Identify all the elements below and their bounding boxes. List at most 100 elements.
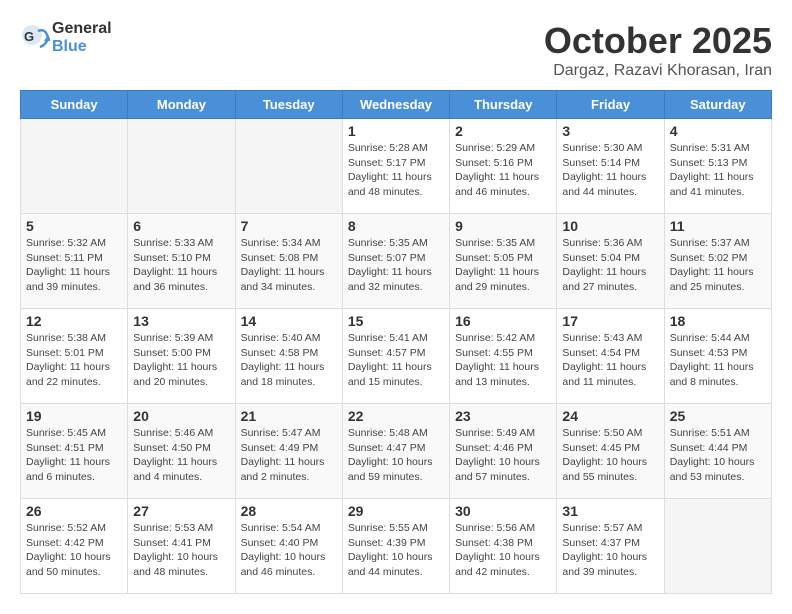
day-info: Sunrise: 5:56 AM Sunset: 4:38 PM Dayligh… (455, 521, 551, 580)
calendar-cell: 1Sunrise: 5:28 AM Sunset: 5:17 PM Daylig… (342, 119, 449, 214)
day-info: Sunrise: 5:31 AM Sunset: 5:13 PM Dayligh… (670, 141, 766, 200)
logo-icon: G (20, 23, 50, 53)
calendar-cell (235, 119, 342, 214)
day-number: 28 (241, 503, 337, 519)
day-info: Sunrise: 5:50 AM Sunset: 4:45 PM Dayligh… (562, 426, 658, 485)
day-number: 27 (133, 503, 229, 519)
day-info: Sunrise: 5:53 AM Sunset: 4:41 PM Dayligh… (133, 521, 229, 580)
day-number: 6 (133, 218, 229, 234)
calendar-cell (664, 499, 771, 594)
day-number: 7 (241, 218, 337, 234)
day-header-sunday: Sunday (21, 91, 128, 119)
day-info: Sunrise: 5:37 AM Sunset: 5:02 PM Dayligh… (670, 236, 766, 295)
calendar-cell: 27 Sunrise: 5:53 AM Sunset: 4:41 PM Dayli… (128, 499, 235, 594)
day-info: Sunrise: 5:35 AM Sunset: 5:05 PM Dayligh… (455, 236, 551, 295)
day-info: Sunrise: 5:51 AM Sunset: 4:44 PM Dayligh… (670, 426, 766, 485)
day-number: 20 (133, 408, 229, 424)
week-row-2: 5 Sunrise: 5:32 AM Sunset: 5:11 PM Daylig… (21, 214, 772, 309)
calendar-cell: 24Sunrise: 5:50 AM Sunset: 4:45 PM Dayli… (557, 404, 664, 499)
calendar-cell: 31 Sunrise: 5:57 AM Sunset: 4:37 PM Dayli… (557, 499, 664, 594)
calendar-cell: 22Sunrise: 5:48 AM Sunset: 4:47 PM Dayli… (342, 404, 449, 499)
day-info: Sunrise: 5:34 AM Sunset: 5:08 PM Dayligh… (241, 236, 337, 295)
week-row-1: 1Sunrise: 5:28 AM Sunset: 5:17 PM Daylig… (21, 119, 772, 214)
calendar-cell: 25Sunrise: 5:51 AM Sunset: 4:44 PM Dayli… (664, 404, 771, 499)
day-number: 31 (562, 503, 658, 519)
day-info: Sunrise: 5:35 AM Sunset: 5:07 PM Dayligh… (348, 236, 444, 295)
day-number: 17 (562, 313, 658, 329)
day-header-wednesday: Wednesday (342, 91, 449, 119)
calendar-cell: 21 Sunrise: 5:47 AM Sunset: 4:49 PM Dayli… (235, 404, 342, 499)
day-number: 5 (26, 218, 122, 234)
day-info: Sunrise: 5:33 AM Sunset: 5:10 PM Dayligh… (133, 236, 229, 295)
day-info: Sunrise: 5:54 AM Sunset: 4:40 PM Dayligh… (241, 521, 337, 580)
day-header-tuesday: Tuesday (235, 91, 342, 119)
day-info: Sunrise: 5:52 AM Sunset: 4:42 PM Dayligh… (26, 521, 122, 580)
day-number: 29 (348, 503, 444, 519)
day-info: Sunrise: 5:29 AM Sunset: 5:16 PM Dayligh… (455, 141, 551, 200)
calendar-cell: 9 Sunrise: 5:35 AM Sunset: 5:05 PM Daylig… (450, 214, 557, 309)
location-subtitle: Dargaz, Razavi Khorasan, Iran (544, 62, 772, 80)
day-number: 18 (670, 313, 766, 329)
day-info: Sunrise: 5:57 AM Sunset: 4:37 PM Dayligh… (562, 521, 658, 580)
day-number: 4 (670, 123, 766, 139)
day-info: Sunrise: 5:45 AM Sunset: 4:51 PM Dayligh… (26, 426, 122, 485)
calendar-cell: 18 Sunrise: 5:44 AM Sunset: 4:53 PM Dayli… (664, 309, 771, 404)
calendar-cell: 19 Sunrise: 5:45 AM Sunset: 4:51 PM Dayli… (21, 404, 128, 499)
day-number: 10 (562, 218, 658, 234)
day-info: Sunrise: 5:44 AM Sunset: 4:53 PM Dayligh… (670, 331, 766, 390)
day-info: Sunrise: 5:40 AM Sunset: 4:58 PM Dayligh… (241, 331, 337, 390)
logo-blue-text: Blue (52, 38, 87, 55)
day-info: Sunrise: 5:41 AM Sunset: 4:57 PM Dayligh… (348, 331, 444, 390)
day-number: 3 (562, 123, 658, 139)
day-info: Sunrise: 5:46 AM Sunset: 4:50 PM Dayligh… (133, 426, 229, 485)
calendar-cell: 2Sunrise: 5:29 AM Sunset: 5:16 PM Daylig… (450, 119, 557, 214)
calendar-table: SundayMondayTuesdayWednesdayThursdayFrid… (20, 90, 772, 594)
logo: G General Blue (20, 20, 112, 56)
calendar-cell: 11 Sunrise: 5:37 AM Sunset: 5:02 PM Dayli… (664, 214, 771, 309)
page-header: G General Blue October 2025 Dargaz, Raza… (20, 20, 772, 80)
svg-text:G: G (24, 29, 34, 44)
day-number: 13 (133, 313, 229, 329)
calendar-cell: 13 Sunrise: 5:39 AM Sunset: 5:00 PM Dayli… (128, 309, 235, 404)
title-area: October 2025 Dargaz, Razavi Khorasan, Ir… (544, 20, 772, 80)
calendar-cell: 10 Sunrise: 5:36 AM Sunset: 5:04 PM Dayli… (557, 214, 664, 309)
day-info: Sunrise: 5:32 AM Sunset: 5:11 PM Dayligh… (26, 236, 122, 295)
day-number: 11 (670, 218, 766, 234)
calendar-cell: 23 Sunrise: 5:49 AM Sunset: 4:46 PM Dayli… (450, 404, 557, 499)
day-number: 8 (348, 218, 444, 234)
day-info: Sunrise: 5:47 AM Sunset: 4:49 PM Dayligh… (241, 426, 337, 485)
calendar-cell: 7 Sunrise: 5:34 AM Sunset: 5:08 PM Daylig… (235, 214, 342, 309)
day-info: Sunrise: 5:49 AM Sunset: 4:46 PM Dayligh… (455, 426, 551, 485)
day-info: Sunrise: 5:36 AM Sunset: 5:04 PM Dayligh… (562, 236, 658, 295)
day-info: Sunrise: 5:48 AM Sunset: 4:47 PM Dayligh… (348, 426, 444, 485)
calendar-cell: 15Sunrise: 5:41 AM Sunset: 4:57 PM Dayli… (342, 309, 449, 404)
day-info: Sunrise: 5:43 AM Sunset: 4:54 PM Dayligh… (562, 331, 658, 390)
day-header-saturday: Saturday (664, 91, 771, 119)
day-number: 21 (241, 408, 337, 424)
day-number: 1 (348, 123, 444, 139)
calendar-cell (21, 119, 128, 214)
calendar-cell: 28 Sunrise: 5:54 AM Sunset: 4:40 PM Dayli… (235, 499, 342, 594)
logo-general-text: General (52, 20, 112, 37)
calendar-cell: 20 Sunrise: 5:46 AM Sunset: 4:50 PM Dayli… (128, 404, 235, 499)
day-number: 23 (455, 408, 551, 424)
calendar-cell: 16 Sunrise: 5:42 AM Sunset: 4:55 PM Dayli… (450, 309, 557, 404)
day-info: Sunrise: 5:55 AM Sunset: 4:39 PM Dayligh… (348, 521, 444, 580)
day-number: 12 (26, 313, 122, 329)
calendar-cell (128, 119, 235, 214)
day-number: 30 (455, 503, 551, 519)
calendar-cell: 3Sunrise: 5:30 AM Sunset: 5:14 PM Daylig… (557, 119, 664, 214)
calendar-cell: 29 Sunrise: 5:55 AM Sunset: 4:39 PM Dayli… (342, 499, 449, 594)
day-number: 9 (455, 218, 551, 234)
day-number: 26 (26, 503, 122, 519)
calendar-cell: 5 Sunrise: 5:32 AM Sunset: 5:11 PM Daylig… (21, 214, 128, 309)
day-number: 19 (26, 408, 122, 424)
month-title: October 2025 (544, 20, 772, 62)
calendar-cell: 17 Sunrise: 5:43 AM Sunset: 4:54 PM Dayli… (557, 309, 664, 404)
day-number: 16 (455, 313, 551, 329)
calendar-cell: 26 Sunrise: 5:52 AM Sunset: 4:42 PM Dayli… (21, 499, 128, 594)
day-info: Sunrise: 5:42 AM Sunset: 4:55 PM Dayligh… (455, 331, 551, 390)
day-info: Sunrise: 5:39 AM Sunset: 5:00 PM Dayligh… (133, 331, 229, 390)
calendar-cell: 4 Sunrise: 5:31 AM Sunset: 5:13 PM Daylig… (664, 119, 771, 214)
calendar-header-row: SundayMondayTuesdayWednesdayThursdayFrid… (21, 91, 772, 119)
